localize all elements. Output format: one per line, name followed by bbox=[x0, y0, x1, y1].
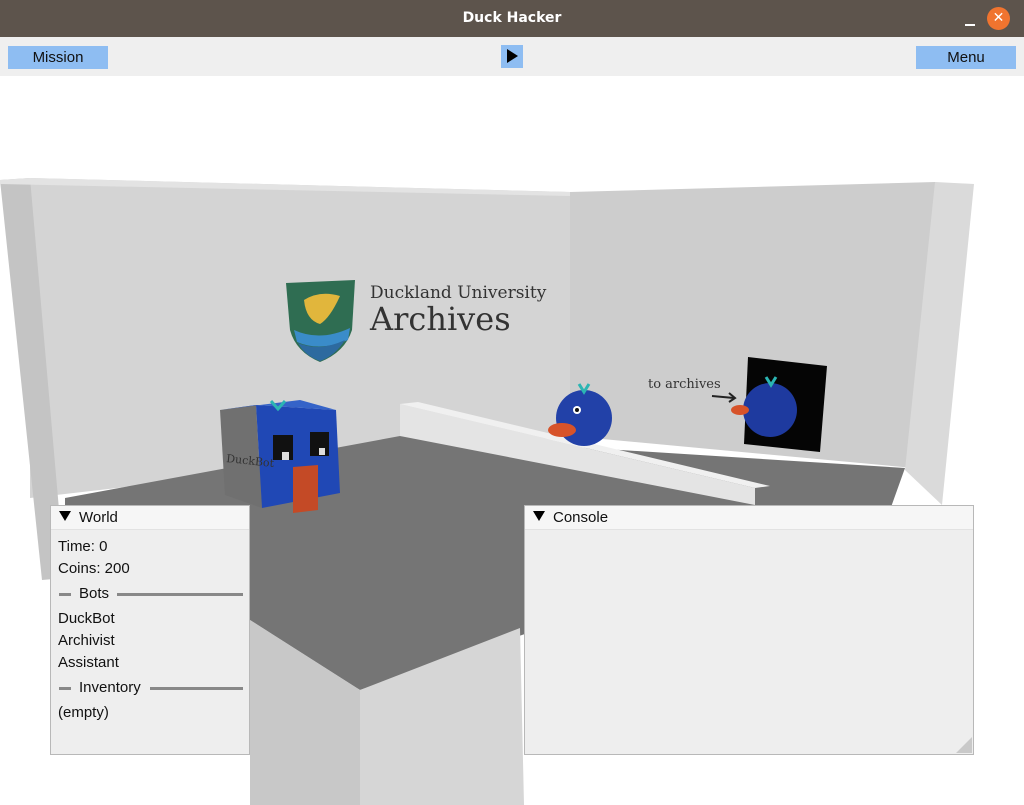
menu-button[interactable]: Menu bbox=[916, 46, 1016, 69]
bots-section-header[interactable]: Bots bbox=[59, 584, 243, 604]
console-panel: Console bbox=[524, 505, 974, 755]
to-archives-sign: to archives bbox=[648, 377, 721, 392]
bot-list-item[interactable]: Archivist bbox=[58, 631, 115, 651]
console-panel-title: Console bbox=[553, 509, 609, 526]
window-title: Duck Hacker bbox=[462, 10, 562, 26]
world-panel-header[interactable]: World bbox=[51, 506, 249, 530]
bot-list-item[interactable]: Assistant bbox=[58, 653, 119, 673]
inventory-section-header[interactable]: Inventory bbox=[59, 678, 243, 698]
toolbar: Mission Menu bbox=[0, 37, 1024, 76]
world-panel-title: World bbox=[79, 509, 118, 526]
title-bar: Duck Hacker ✕ bbox=[0, 0, 1024, 37]
collapse-arrow-icon[interactable] bbox=[59, 511, 71, 522]
play-icon bbox=[507, 49, 518, 63]
time-label: Time: 0 bbox=[58, 538, 108, 555]
coins-label: Coins: 200 bbox=[58, 560, 130, 577]
logo-archives-text: Archives bbox=[369, 300, 511, 338]
bots-header-label: Bots bbox=[79, 585, 110, 602]
collapse-arrow-icon[interactable] bbox=[533, 511, 545, 522]
inventory-item: (empty) bbox=[58, 704, 109, 721]
minimize-button[interactable] bbox=[962, 8, 978, 28]
inventory-header-label: Inventory bbox=[79, 679, 141, 696]
close-button[interactable]: ✕ bbox=[987, 7, 1010, 30]
console-panel-header[interactable]: Console bbox=[525, 506, 973, 530]
resize-grip-icon[interactable] bbox=[956, 737, 972, 753]
bot-list-item[interactable]: DuckBot bbox=[58, 609, 115, 629]
world-panel: World Time: 0 Coins: 200 Bots DuckBot Ar… bbox=[50, 505, 250, 755]
mission-button[interactable]: Mission bbox=[8, 46, 108, 69]
play-button[interactable] bbox=[501, 45, 523, 68]
